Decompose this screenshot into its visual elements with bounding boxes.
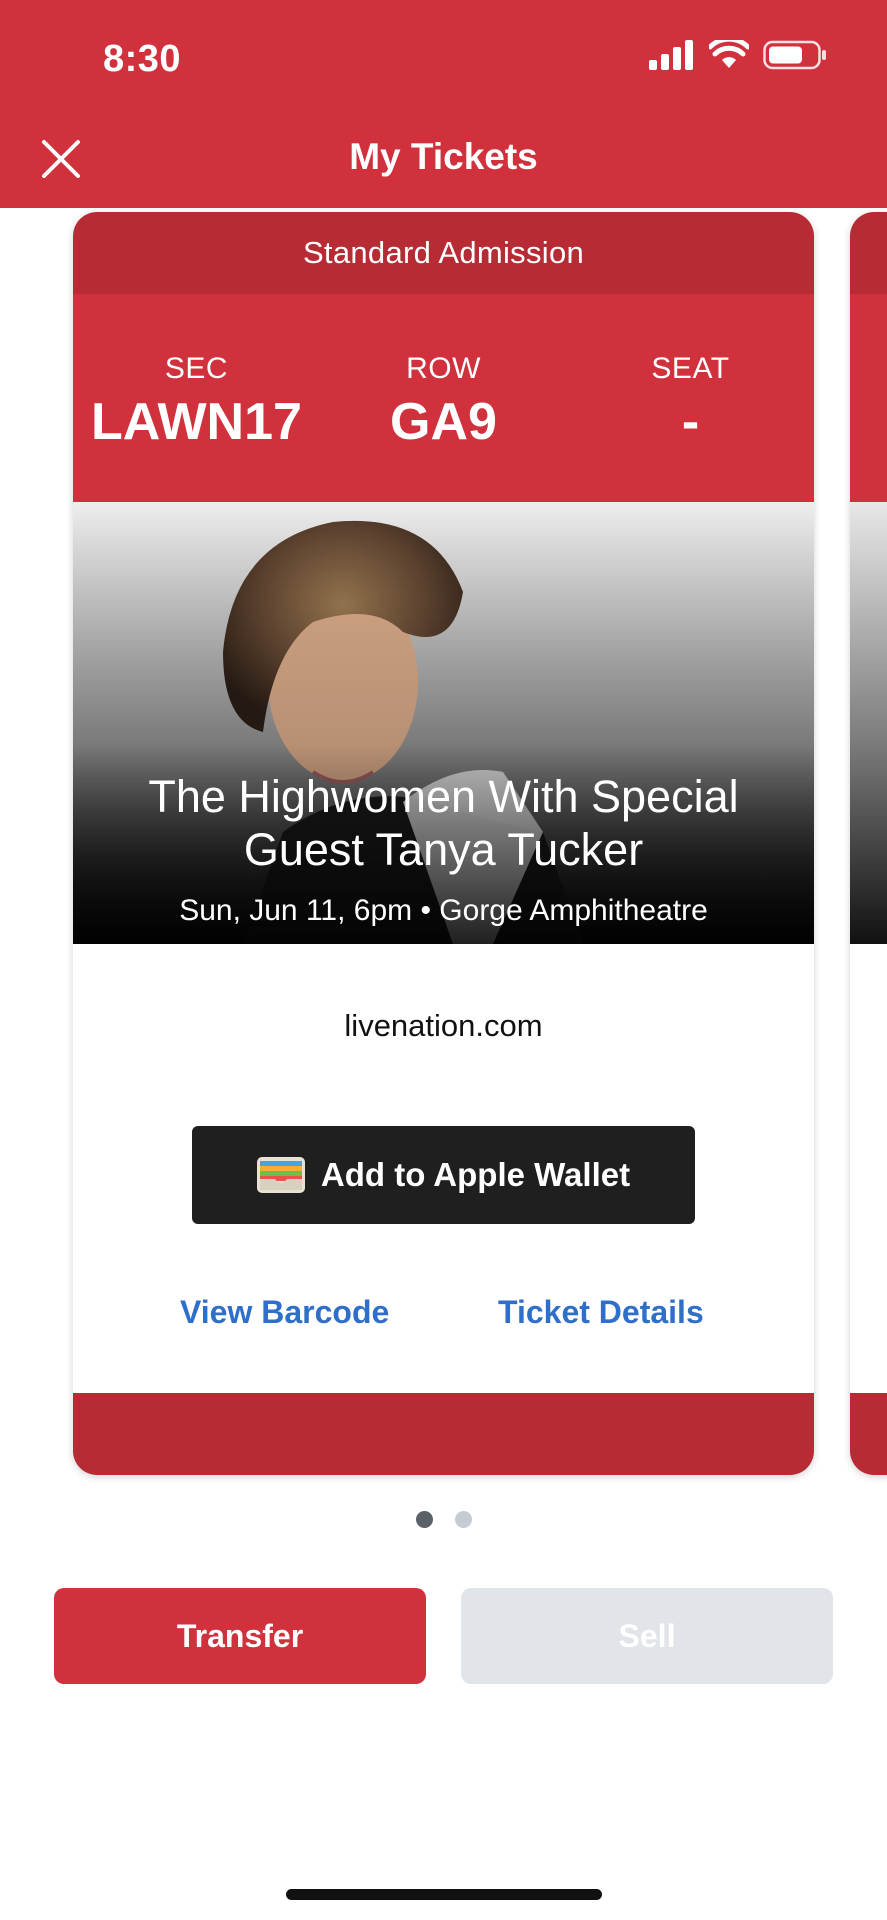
next-ticket-card[interactable] xyxy=(850,212,887,1475)
signal-icon xyxy=(649,40,693,70)
event-details: Sun, Jun 11, 6pm • Gorge Amphitheatre xyxy=(179,894,708,927)
page-indicator xyxy=(0,1511,887,1528)
next-ticket-header xyxy=(850,212,887,294)
next-ticket-seat-info xyxy=(850,294,887,502)
row-value: GA9 xyxy=(390,393,497,451)
ticket-provider: livenation.com xyxy=(344,1008,543,1043)
page-dot[interactable] xyxy=(454,1511,472,1528)
transfer-button[interactable]: Transfer xyxy=(54,1588,426,1684)
ticket-footer xyxy=(73,1393,814,1475)
wifi-icon xyxy=(709,40,749,68)
seat-label: SEAT xyxy=(651,352,730,385)
ticket-details-link[interactable]: Ticket Details xyxy=(498,1294,704,1331)
seat-column: SEAT - xyxy=(567,294,814,502)
next-ticket-footer xyxy=(850,1393,887,1475)
next-ticket-photo xyxy=(850,502,887,944)
event-title: The Highwomen With Special Guest Tanya T… xyxy=(148,771,739,875)
view-barcode-link[interactable]: View Barcode xyxy=(180,1294,389,1331)
section-column: SEC LAWN17 xyxy=(73,294,320,502)
nav-bar: My Tickets xyxy=(0,110,887,208)
battery-icon xyxy=(763,40,826,70)
section-label: SEC xyxy=(164,352,229,385)
sell-button[interactable]: Sell xyxy=(461,1588,833,1684)
row-label: ROW xyxy=(406,352,481,385)
page-dot[interactable] xyxy=(415,1511,433,1528)
artist-portrait xyxy=(73,502,814,944)
seat-info: SEC LAWN17 ROW GA9 SEAT - xyxy=(73,294,814,502)
seat-value: - xyxy=(681,393,700,451)
add-to-apple-wallet-button[interactable]: Add to Apple Wallet xyxy=(192,1126,695,1224)
page-title: My Tickets xyxy=(349,136,538,177)
ticket-card[interactable]: Standard Admission SEC LAWN17 ROW GA9 SE… xyxy=(73,212,814,1475)
wallet-icon xyxy=(256,1157,305,1193)
admission-type: Standard Admission xyxy=(73,212,814,294)
home-indicator xyxy=(286,1889,602,1900)
event-photo: The Highwomen With Special Guest Tanya T… xyxy=(73,502,814,944)
wallet-button-label: Add to Apple Wallet xyxy=(320,1156,631,1193)
row-column: ROW GA9 xyxy=(320,294,567,502)
section-value: LAWN17 xyxy=(91,393,302,451)
status-bar: 8:30 xyxy=(0,0,887,110)
status-time: 8:30 xyxy=(103,38,182,80)
status-icons xyxy=(649,40,827,70)
